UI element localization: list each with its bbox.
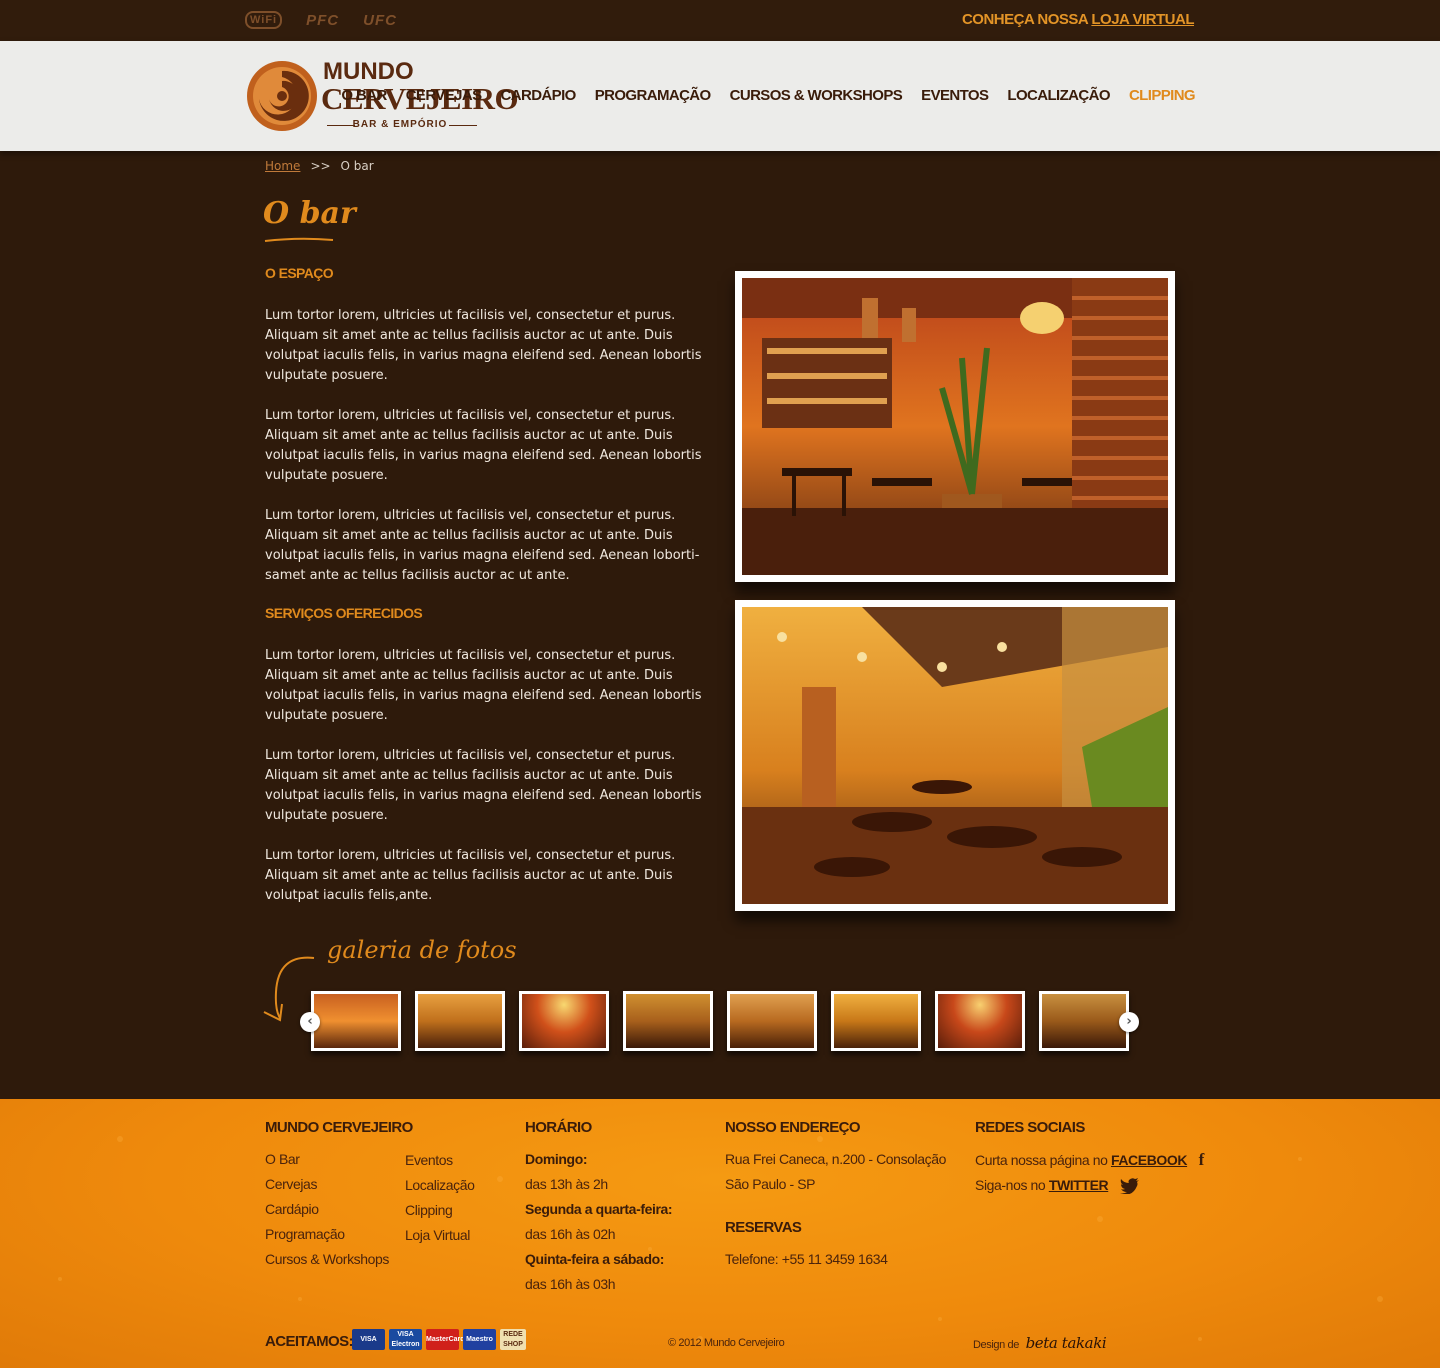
hours-day: Segunda a quarta-feira: bbox=[525, 1201, 673, 1217]
design-credit-prefix: Design de bbox=[973, 1339, 1019, 1351]
photo-image bbox=[742, 278, 1168, 575]
main-nav: O BAR CERVEJAS CARDÁPIO PROGRAMAÇÃO CURS… bbox=[341, 87, 1195, 104]
gallery-thumbnail[interactable] bbox=[623, 991, 713, 1051]
gallery-thumbnail[interactable] bbox=[519, 991, 609, 1051]
facebook-prefix: Curta nossa página no bbox=[975, 1152, 1111, 1168]
pfc-badge: PFC bbox=[306, 11, 340, 29]
gallery-thumbnails bbox=[311, 991, 1129, 1051]
footer-links-col2: Eventos Localização Clipping Loja Virtua… bbox=[405, 1148, 475, 1248]
redeshop-card-icon: REDE SHOP bbox=[500, 1329, 526, 1350]
footer-link-o-bar[interactable]: O Bar bbox=[265, 1147, 389, 1172]
nav-item-o-bar[interactable]: O BAR bbox=[341, 87, 387, 104]
gallery-next-button[interactable]: › bbox=[1119, 1012, 1139, 1032]
virtual-store-link[interactable]: LOJA VIRTUAL bbox=[1091, 11, 1194, 28]
wifi-badge: WiFi bbox=[245, 11, 283, 29]
nav-item-cursos-workshops[interactable]: CURSOS & WORKSHOPS bbox=[730, 87, 903, 104]
partner-badges: WiFi PFC UFC bbox=[245, 11, 397, 29]
twitter-link[interactable]: TWITTER bbox=[1049, 1177, 1109, 1193]
header: MUNDO CERVEJEIRO BAR & EMPÓRIO O BAR CER… bbox=[0, 41, 1440, 151]
section-title-servicos: SERVIÇOS OFERECIDOS bbox=[265, 605, 423, 621]
maestro-card-icon: Maestro bbox=[463, 1329, 496, 1350]
beer-bubbles-decoration bbox=[58, 1136, 1383, 1342]
gallery-thumbnail[interactable] bbox=[935, 991, 1025, 1051]
payment-cards: VISA VISA Electron MasterCard Maestro RE… bbox=[352, 1329, 526, 1350]
restaurant-hall-illustration bbox=[742, 607, 1168, 904]
phone-number: Telefone: +55 11 3459 1634 bbox=[725, 1251, 888, 1267]
gallery-thumbnail[interactable] bbox=[415, 991, 505, 1051]
hours-day: Domingo: bbox=[525, 1151, 588, 1167]
photo-image bbox=[742, 607, 1168, 904]
nav-item-programacao[interactable]: PROGRAMAÇÃO bbox=[595, 87, 712, 104]
footer-links-col1: O Bar Cervejas Cardápio Programação Curs… bbox=[265, 1147, 389, 1272]
facebook-icon[interactable]: f bbox=[1199, 1147, 1205, 1172]
footer-link-cursos-workshops[interactable]: Cursos & Workshops bbox=[265, 1247, 389, 1272]
hours-day: Quinta-feira a sábado: bbox=[525, 1251, 665, 1267]
paragraph: Lum tortor lorem, ultricies ut facilisis… bbox=[265, 508, 700, 583]
footer-link-cardapio[interactable]: Cardápio bbox=[265, 1197, 389, 1222]
top-bar: WiFi PFC UFC CONHEÇA NOSSA LOJA VIRTUAL bbox=[0, 0, 1440, 41]
section-title-espaco: O ESPAÇO bbox=[265, 265, 334, 281]
twitter-prefix: Siga-nos no bbox=[975, 1177, 1049, 1193]
breadcrumb-home-link[interactable]: Home bbox=[265, 159, 300, 173]
breadcrumb-current: O bar bbox=[340, 159, 374, 173]
nav-item-cervejas[interactable]: CERVEJAS bbox=[406, 87, 482, 104]
footer-link-localizacao[interactable]: Localização bbox=[405, 1173, 475, 1198]
hours-time: das 16h às 02h bbox=[525, 1226, 616, 1242]
footer-title-redes-sociais: REDES SOCIAIS bbox=[975, 1119, 1085, 1136]
footer-link-cervejas[interactable]: Cervejas bbox=[265, 1172, 389, 1197]
visa-card-icon: VISA bbox=[352, 1329, 385, 1350]
paragraph: Lum tortor lorem, ultricies ut facilisis… bbox=[265, 848, 676, 903]
footer bbox=[0, 1099, 1440, 1368]
address-line-1: Rua Frei Caneca, n.200 - Consolação bbox=[725, 1151, 947, 1167]
address: Rua Frei Caneca, n.200 - Consolação São … bbox=[725, 1147, 946, 1197]
store-prefix: CONHEÇA NOSSA bbox=[961, 11, 1092, 28]
logo-line-3: BAR & EMPÓRIO bbox=[323, 119, 477, 130]
twitter-icon[interactable] bbox=[1119, 1178, 1140, 1195]
bar-photo-interior[interactable] bbox=[735, 271, 1175, 582]
paragraph: Lum tortor lorem, ultricies ut facilisis… bbox=[265, 308, 702, 383]
nav-item-eventos[interactable]: EVENTOS bbox=[921, 87, 989, 104]
hours-time: das 16h às 03h bbox=[525, 1276, 616, 1292]
restaurant-interior-illustration bbox=[742, 278, 1168, 575]
footer-link-clipping[interactable]: Clipping bbox=[405, 1198, 475, 1223]
gallery-prev-button[interactable]: ‹ bbox=[300, 1012, 320, 1032]
footer-title-reservas: RESERVAS bbox=[725, 1219, 802, 1236]
hours-time: das 13h às 2h bbox=[525, 1176, 608, 1192]
footer-link-loja-virtual[interactable]: Loja Virtual bbox=[405, 1223, 475, 1248]
design-credit: Design de beta takaki bbox=[973, 1331, 1107, 1358]
title-underline-decoration bbox=[264, 237, 334, 242]
footer-title-mundo-cervejeiro: MUNDO CERVEJEIRO bbox=[265, 1119, 413, 1136]
paragraph: Lum tortor lorem, ultricies ut facilisis… bbox=[265, 748, 702, 823]
mastercard-icon: MasterCard bbox=[426, 1329, 465, 1350]
visa-electron-card-icon: VISA Electron bbox=[389, 1329, 422, 1350]
nav-item-localizacao[interactable]: LOCALIZAÇÃO bbox=[1007, 87, 1110, 104]
breadcrumb: Home >> O bar bbox=[265, 159, 374, 173]
social-links: Curta nossa página no FACEBOOK f Siga-no… bbox=[975, 1147, 1204, 1198]
gallery-thumbnail[interactable] bbox=[311, 991, 401, 1051]
copyright: © 2012 Mundo Cervejeiro bbox=[668, 1337, 785, 1349]
footer-link-eventos[interactable]: Eventos bbox=[405, 1148, 475, 1173]
nav-item-cardapio[interactable]: CARDÁPIO bbox=[501, 87, 577, 104]
breadcrumb-separator: >> bbox=[310, 159, 331, 173]
page-title: O bar bbox=[263, 196, 356, 231]
footer-link-programacao[interactable]: Programação bbox=[265, 1222, 389, 1247]
designer-name[interactable]: beta takaki bbox=[1026, 1334, 1107, 1352]
paragraph: Lum tortor lorem, ultricies ut facilisis… bbox=[265, 408, 702, 483]
facebook-link[interactable]: FACEBOOK bbox=[1111, 1152, 1188, 1168]
opening-hours: Domingo: das 13h às 2h Segunda a quarta-… bbox=[525, 1147, 673, 1297]
gallery-thumbnail[interactable] bbox=[727, 991, 817, 1051]
logo-swirl-icon bbox=[247, 61, 317, 131]
address-line-2: São Paulo - SP bbox=[725, 1176, 816, 1192]
gallery-title: galeria de fotos bbox=[327, 936, 517, 964]
nav-item-clipping[interactable]: CLIPPING bbox=[1129, 87, 1196, 104]
paragraph: Lum tortor lorem, ultricies ut facilisis… bbox=[265, 648, 702, 723]
ufc-badge: UFC bbox=[363, 11, 397, 29]
gallery-thumbnail[interactable] bbox=[831, 991, 921, 1051]
gallery-thumbnail[interactable] bbox=[1039, 991, 1129, 1051]
footer-title-endereco: NOSSO ENDEREÇO bbox=[725, 1119, 861, 1136]
footer-title-horario: HORÁRIO bbox=[525, 1119, 592, 1136]
accepted-payments-label: ACEITAMOS: bbox=[265, 1333, 353, 1350]
bar-photo-dining-hall[interactable] bbox=[735, 600, 1175, 911]
store-promo: CONHEÇA NOSSA LOJA VIRTUAL bbox=[961, 11, 1195, 28]
